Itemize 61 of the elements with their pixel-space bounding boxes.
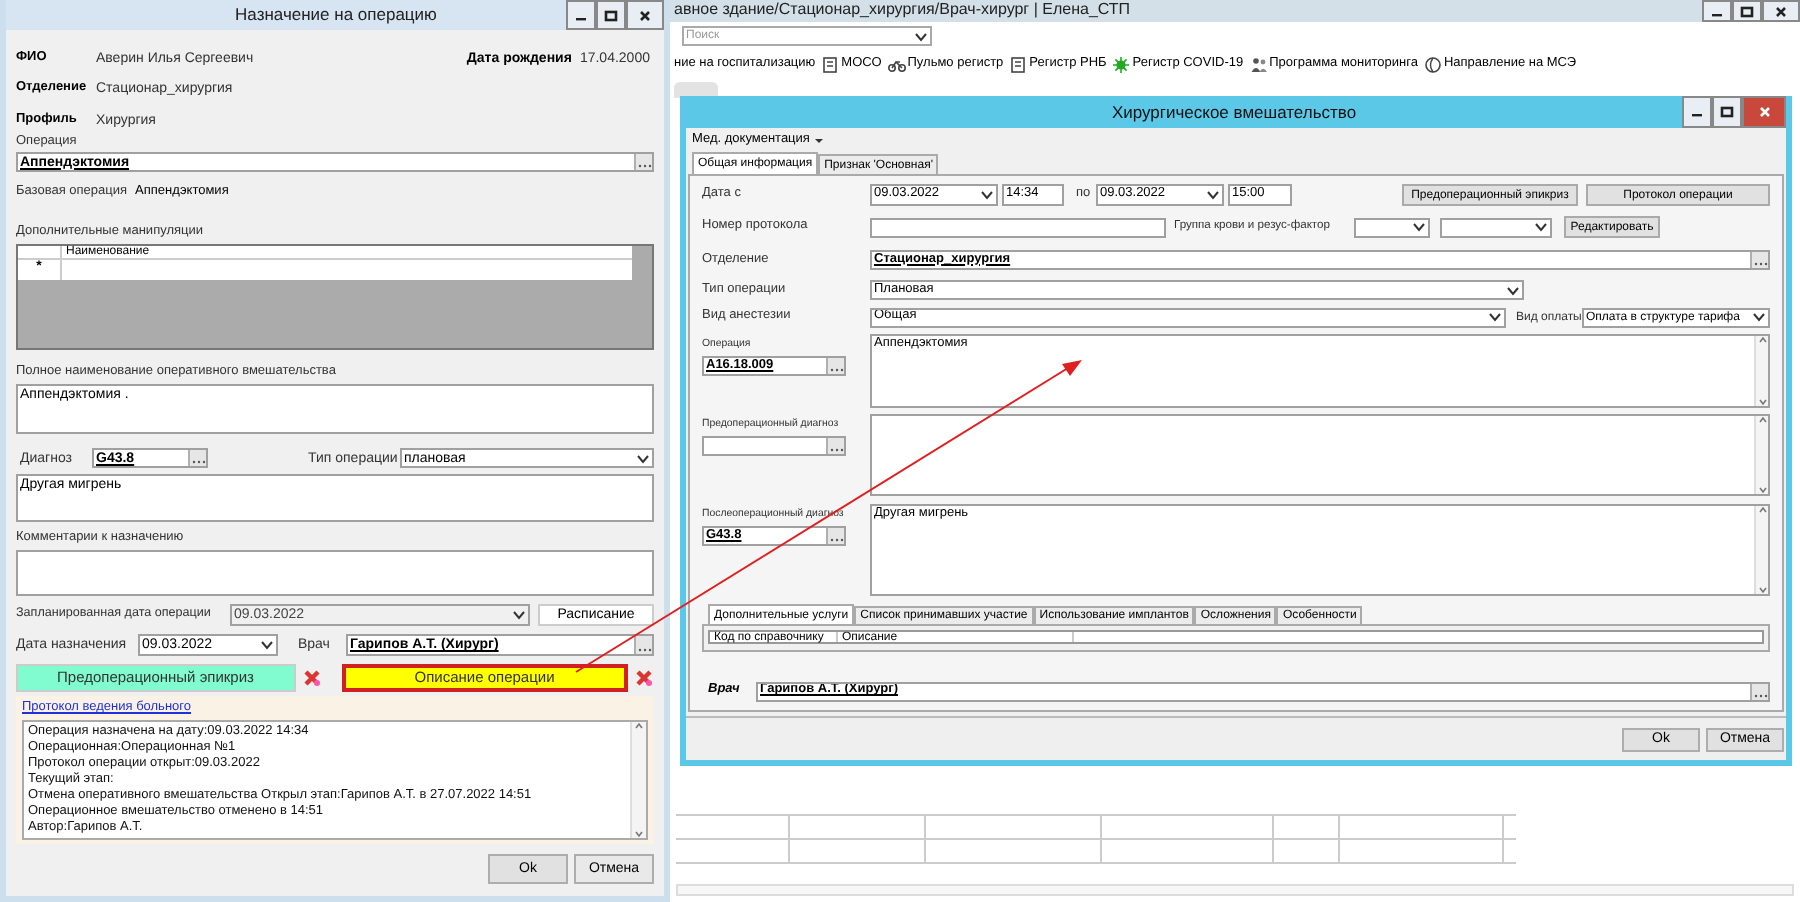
- window-title: Назначение на операцию: [233, 2, 439, 28]
- dropdown-icon[interactable]: [636, 453, 650, 463]
- scroll-up-icon: [1757, 506, 1767, 514]
- browse-button[interactable]: [826, 528, 844, 544]
- dropdown-icon[interactable]: [1206, 190, 1220, 200]
- maximize-button[interactable]: [1732, 0, 1762, 22]
- document-icon: [821, 55, 840, 73]
- maximize-button[interactable]: [1712, 96, 1742, 128]
- window-title: Хирургическое вмешательство: [1109, 100, 1359, 126]
- scrollbar[interactable]: [1754, 336, 1768, 406]
- minimize-button[interactable]: [1682, 96, 1712, 128]
- maximize-icon: [604, 9, 618, 21]
- dropdown-icon[interactable]: [1506, 285, 1520, 295]
- close-icon: [1757, 106, 1771, 118]
- dropdown-icon[interactable]: [1534, 222, 1548, 232]
- code-field[interactable]: [702, 436, 846, 456]
- dropdown-icon[interactable]: [1412, 222, 1426, 232]
- close-icon: [638, 9, 652, 21]
- globe-icon: [1423, 55, 1442, 73]
- browse-button[interactable]: [826, 358, 844, 374]
- scroll-down-icon: [1757, 586, 1767, 594]
- scroll-up-icon: [1757, 336, 1767, 344]
- browse-button[interactable]: [634, 154, 652, 170]
- protocol-number-field[interactable]: [870, 217, 1166, 237]
- caret-icon: [813, 137, 824, 143]
- close-icon: [1774, 5, 1788, 17]
- delete-icon[interactable]: [634, 668, 654, 688]
- scroll-up-icon: [634, 721, 644, 729]
- scrollbar[interactable]: [1754, 416, 1768, 494]
- browse-button[interactable]: [826, 438, 844, 454]
- maximize-button[interactable]: [596, 0, 626, 30]
- browse-button[interactable]: [188, 450, 206, 466]
- browse-button[interactable]: [1750, 683, 1768, 699]
- browse-button[interactable]: [634, 636, 652, 654]
- bicycle-icon: [887, 55, 906, 73]
- scrollbar[interactable]: [630, 721, 646, 838]
- close-button[interactable]: [626, 0, 664, 30]
- people-icon: [1249, 55, 1268, 73]
- minimize-button[interactable]: [566, 0, 596, 30]
- scroll-up-icon: [1757, 416, 1767, 424]
- dropdown-icon[interactable]: [914, 31, 928, 41]
- dropdown-icon[interactable]: [980, 190, 994, 200]
- dropdown-icon[interactable]: [1752, 312, 1766, 322]
- text-area[interactable]: [16, 550, 654, 596]
- virus-icon: [1112, 55, 1131, 73]
- minimize-button[interactable]: [1702, 0, 1732, 22]
- scroll-down-icon: [1757, 486, 1767, 494]
- document-icon: [1009, 55, 1028, 73]
- scrollbar[interactable]: [676, 884, 1794, 896]
- browse-button[interactable]: [1750, 252, 1768, 268]
- scrollbar[interactable]: [1754, 506, 1768, 594]
- close-button[interactable]: [1762, 0, 1800, 22]
- maximize-icon: [1720, 106, 1734, 118]
- text-area[interactable]: [870, 414, 1770, 496]
- scroll-down-icon: [634, 830, 644, 838]
- window-title: авное здание/Стационар_хирургия/Врач-хирург | Елена_СТП: [672, 0, 1133, 22]
- dropdown-icon[interactable]: [260, 640, 274, 650]
- delete-icon[interactable]: [301, 668, 322, 688]
- maximize-icon: [1740, 5, 1754, 17]
- scroll-down-icon: [1757, 398, 1767, 406]
- dropdown-icon[interactable]: [1488, 312, 1502, 322]
